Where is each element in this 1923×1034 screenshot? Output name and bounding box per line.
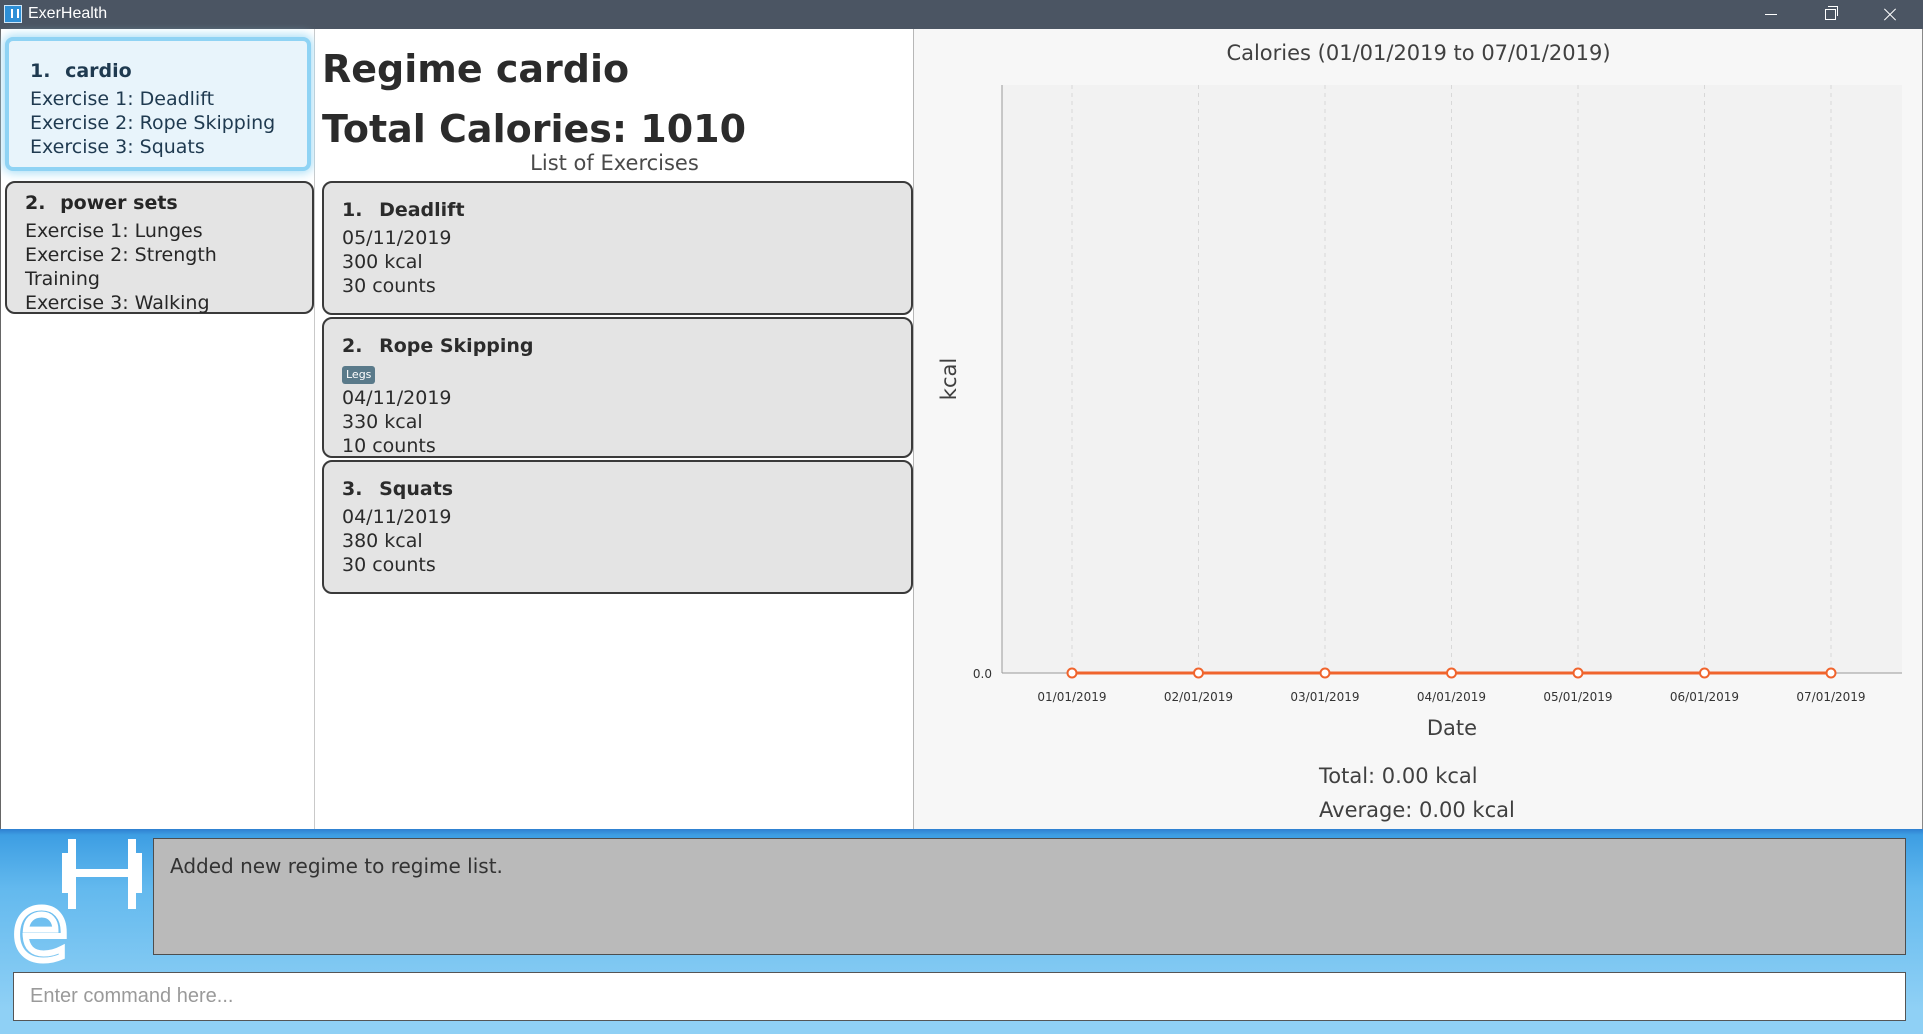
exercise-date: 04/11/2019 [342,506,452,528]
exercise-name: Deadlift [379,199,465,221]
minimize-icon[interactable] [1741,0,1801,29]
x-tick-label: 04/01/2019 [1417,690,1486,704]
exercise-quantity: 10 counts [342,435,436,457]
exercise-quantity: 30 counts [342,554,436,576]
y-axis-label: kcal [937,358,961,400]
total-calories: Total Calories: 1010 [322,107,747,151]
command-area: e Added new regime to regime list. [0,829,1923,1034]
data-point [1446,667,1457,679]
regime-exercise: Exercise 2: Rope Skipping [30,112,276,134]
x-tick-label: 05/01/2019 [1543,690,1612,704]
regime-exercise: Exercise 1: Deadlift [30,88,215,110]
title-bar: ExerHealth [0,0,1923,29]
x-tick-label: 01/01/2019 [1037,690,1106,704]
regime-name: power sets [60,192,178,214]
muscle-tag: Legs [342,366,376,384]
chart-average: Average: 0.00 kcal [1319,798,1515,822]
x-axis-label: Date [1427,716,1477,740]
exercise-calories: 380 kcal [342,530,423,552]
exercise-name: Rope Skipping [379,335,534,357]
exercise-date: 05/11/2019 [342,227,452,249]
exerhealth-logo-icon: e [10,839,142,965]
regime-exercise: Exercise 3: Squats [30,136,205,158]
data-point [1825,667,1837,679]
regime-name: cardio [65,60,132,82]
regime-exercise: Exercise 1: Lunges [25,220,203,242]
regime-exercise: Exercise 2: Strength Training [25,244,217,290]
exercise-card[interactable]: 3. Squats 04/11/2019 380 kcal 30 counts [322,460,913,594]
regime-index: 1. [30,60,51,82]
data-point [1066,667,1078,679]
svg-text:e: e [12,874,69,965]
command-input[interactable] [13,972,1906,1021]
regime-index: 2. [25,192,46,214]
data-point [1193,667,1204,679]
x-tick-label: 07/01/2019 [1796,690,1865,704]
exercise-list-title: List of Exercises [530,151,699,175]
result-display: Added new regime to regime list. [153,838,1906,955]
y-tick-label: 0.0 [973,667,992,681]
exercise-card-header: 3. Squats [342,477,893,501]
regime-card-header: 1. cardio [30,59,287,83]
exercise-index: 3. [342,478,363,500]
x-tick-label: 03/01/2019 [1290,690,1359,704]
calorie-chart-panel: Calories (01/01/2019 to 07/01/2019) 0.0 0… [914,29,1923,829]
data-point [1699,667,1710,679]
x-tick-label: 02/01/2019 [1164,690,1233,704]
regime-title: Regime cardio [322,47,630,91]
regime-card[interactable]: 2. power sets Exercise 1: Lunges Exercis… [5,181,314,314]
data-point [1572,667,1584,679]
exercise-name: Squats [379,478,454,500]
regime-exercise: Exercise 3: Walking [25,292,210,314]
regime-card[interactable]: 1. cardio Exercise 1: Deadlift Exercise … [9,41,307,167]
exercise-card[interactable]: 2. Rope Skipping Legs 04/11/2019 330 kca… [322,317,913,458]
exercise-card-header: 1. Deadlift [342,198,893,222]
data-point [1319,667,1331,679]
restore-icon[interactable] [1800,0,1860,29]
close-icon[interactable] [1860,0,1920,29]
window-title: ExerHealth [28,5,108,22]
exercise-index: 2. [342,335,363,357]
app-icon [4,5,22,23]
regime-list-panel[interactable]: 1. cardio Exercise 1: Deadlift Exercise … [0,29,315,829]
exercise-index: 1. [342,199,363,221]
calorie-line-chart: 0.0 01/01/2019 02/01/2019 03/01/2019 04/01/2… [937,85,1902,740]
exercise-calories: 300 kcal [342,251,423,273]
x-tick-label: 06/01/2019 [1670,690,1739,704]
regime-card-header: 2. power sets [25,191,294,215]
chart-total: Total: 0.00 kcal [1319,764,1478,788]
exercise-card-header: 2. Rope Skipping [342,334,893,358]
exercise-card[interactable]: 1. Deadlift 05/11/2019 300 kcal 30 count… [322,181,913,315]
exercise-date: 04/11/2019 [342,387,452,409]
exercise-quantity: 30 counts [342,275,436,297]
exercise-calories: 330 kcal [342,411,423,433]
regime-detail-panel: Regime cardio Total Calories: 1010 List … [315,29,914,829]
